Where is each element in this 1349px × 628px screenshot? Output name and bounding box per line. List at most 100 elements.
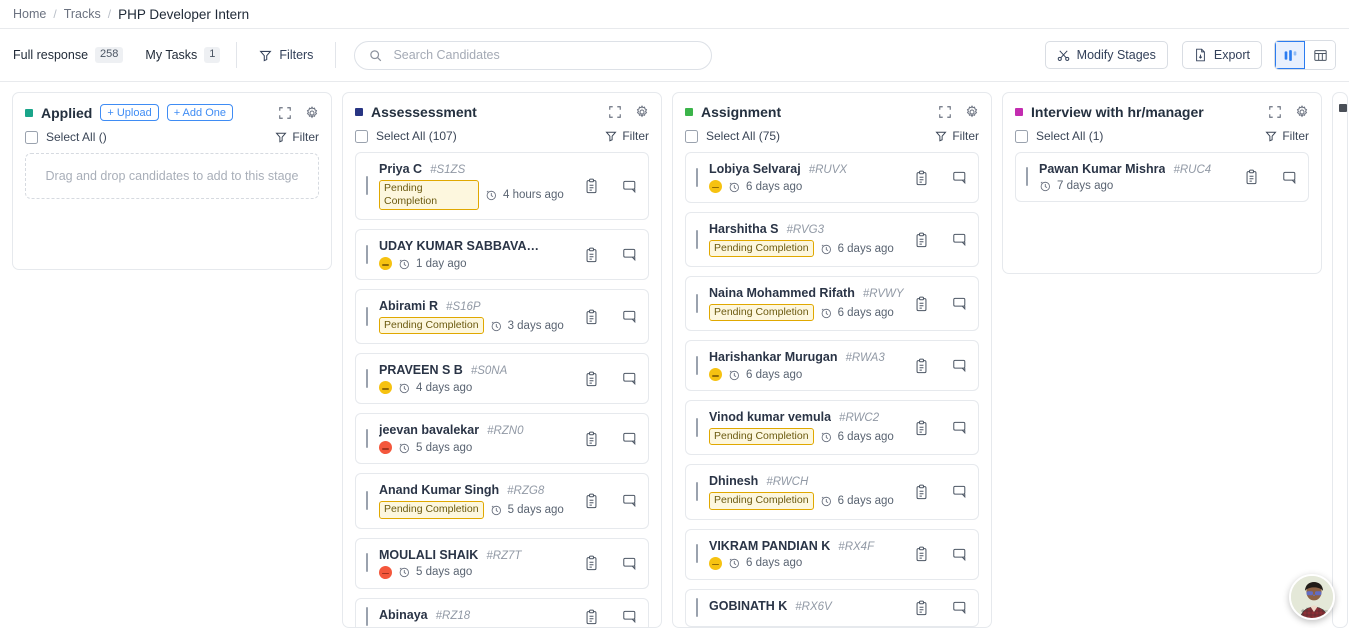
search-box[interactable] xyxy=(354,40,712,70)
candidate-checkbox[interactable] xyxy=(696,293,698,313)
candidate-checkbox[interactable] xyxy=(696,229,698,249)
expand-icon[interactable] xyxy=(608,105,622,119)
candidate-checkbox[interactable] xyxy=(1026,167,1028,186)
breadcrumb-home[interactable]: Home xyxy=(13,7,46,21)
tab-my-tasks[interactable]: My Tasks 1 xyxy=(145,46,221,64)
clipboard-icon[interactable] xyxy=(584,555,599,571)
clipboard-icon[interactable] xyxy=(914,358,929,374)
chat-icon[interactable] xyxy=(622,431,638,446)
clipboard-icon[interactable] xyxy=(914,420,929,436)
candidate-card[interactable]: Anand Kumar Singh #RZG8 Pending Completion… xyxy=(355,473,649,529)
chat-icon[interactable] xyxy=(622,179,638,194)
clipboard-icon[interactable] xyxy=(584,178,599,194)
candidate-card[interactable]: GOBINATH K #RX6V xyxy=(685,588,979,627)
expand-icon[interactable] xyxy=(278,106,292,120)
chat-icon[interactable] xyxy=(622,371,638,386)
candidate-checkbox[interactable] xyxy=(366,306,368,326)
chat-icon[interactable] xyxy=(952,358,968,373)
clipboard-icon[interactable] xyxy=(584,247,599,263)
candidate-card[interactable]: Pawan Kumar Mishra #RUC4 7 days ago xyxy=(1015,152,1309,202)
candidate-checkbox[interactable] xyxy=(696,481,698,501)
column-filter-button[interactable]: Filter xyxy=(935,129,979,143)
candidate-card[interactable]: jeevan bavalekar #RZN0 5 days ago xyxy=(355,413,649,465)
gear-icon[interactable] xyxy=(1295,105,1309,119)
tab-full-response[interactable]: Full response 258 xyxy=(13,46,124,64)
column-filter-button[interactable]: Filter xyxy=(275,130,319,144)
clipboard-icon[interactable] xyxy=(914,296,929,312)
candidate-card[interactable]: VIKRAM PANDIAN K #RX4F 6 days ago xyxy=(685,528,979,580)
add-one-button[interactable]: + Add One xyxy=(166,104,233,121)
candidate-checkbox[interactable] xyxy=(366,176,368,196)
candidate-card[interactable]: Naina Mohammed Rifath #RVWY Pending Comple… xyxy=(685,276,979,332)
clipboard-icon[interactable] xyxy=(914,232,929,248)
candidate-card[interactable]: PRAVEEN S B #S0NA 4 days ago xyxy=(355,353,649,405)
select-all-checkbox[interactable] xyxy=(25,130,38,144)
candidate-card[interactable]: Harshitha S #RVG3 Pending Completion 6 days… xyxy=(685,212,979,268)
candidate-card[interactable]: Abinaya #RZ18 xyxy=(355,597,649,627)
chat-icon[interactable] xyxy=(952,484,968,499)
candidate-checkbox[interactable] xyxy=(366,490,368,510)
search-input[interactable] xyxy=(391,47,697,63)
dropzone[interactable]: Drag and drop candidates to add to this … xyxy=(25,153,319,199)
candidate-checkbox[interactable] xyxy=(696,355,698,375)
clipboard-icon[interactable] xyxy=(584,609,599,625)
chat-icon[interactable] xyxy=(622,309,638,324)
clipboard-icon[interactable] xyxy=(584,493,599,509)
clipboard-icon[interactable] xyxy=(914,546,929,562)
chat-icon[interactable] xyxy=(952,232,968,247)
select-all-checkbox[interactable] xyxy=(685,129,698,143)
clipboard-icon[interactable] xyxy=(914,170,929,186)
chat-icon[interactable] xyxy=(622,609,638,624)
user-avatar[interactable] xyxy=(1289,574,1335,620)
clipboard-icon[interactable] xyxy=(584,371,599,387)
table-view-button[interactable] xyxy=(1305,41,1336,69)
select-all-checkbox[interactable] xyxy=(1015,129,1028,143)
modify-stages-button[interactable]: Modify Stages xyxy=(1044,41,1168,69)
gear-icon[interactable] xyxy=(305,105,319,120)
gear-icon[interactable] xyxy=(965,105,979,119)
clipboard-icon[interactable] xyxy=(584,309,599,325)
candidate-checkbox[interactable] xyxy=(366,606,368,626)
chat-icon[interactable] xyxy=(952,600,968,615)
export-button[interactable]: Export xyxy=(1181,41,1263,69)
candidate-card[interactable]: Vinod kumar vemula #RWC2 Pending Completio… xyxy=(685,400,979,456)
candidate-card[interactable]: Abirami R #S16P Pending Completion 3 days a… xyxy=(355,289,649,345)
chat-icon[interactable] xyxy=(622,493,638,508)
clipboard-icon[interactable] xyxy=(914,484,929,500)
kanban-view-button[interactable] xyxy=(1275,41,1306,69)
column-filter-button[interactable]: Filter xyxy=(605,129,649,143)
candidate-card[interactable]: Harishankar Murugan #RWA3 6 days ago xyxy=(685,340,979,392)
column-next-peek[interactable] xyxy=(1332,92,1348,628)
chat-icon[interactable] xyxy=(622,556,638,571)
candidate-checkbox[interactable] xyxy=(696,417,698,437)
candidate-checkbox[interactable] xyxy=(696,544,698,563)
chat-icon[interactable] xyxy=(952,420,968,435)
candidate-checkbox[interactable] xyxy=(696,167,698,187)
expand-icon[interactable] xyxy=(938,105,952,119)
clipboard-icon[interactable] xyxy=(1244,169,1259,185)
candidate-card[interactable]: MOULALI SHAIK #RZ7T 5 days ago xyxy=(355,537,649,589)
upload-button[interactable]: + Upload xyxy=(100,104,159,121)
chat-icon[interactable] xyxy=(952,170,968,185)
candidate-card[interactable]: Dhinesh #RWCH Pending Completion 6 days ago xyxy=(685,464,979,520)
candidate-checkbox[interactable] xyxy=(366,428,368,448)
expand-icon[interactable] xyxy=(1268,105,1282,119)
chat-icon[interactable] xyxy=(622,247,638,262)
chat-icon[interactable] xyxy=(952,296,968,311)
select-all-checkbox[interactable] xyxy=(355,129,368,143)
candidate-card[interactable]: Lobiya Selvaraj #RUVX 6 days ago xyxy=(685,152,979,203)
candidate-checkbox[interactable] xyxy=(696,597,698,617)
clipboard-icon[interactable] xyxy=(584,431,599,447)
clipboard-icon[interactable] xyxy=(914,600,929,616)
candidate-checkbox[interactable] xyxy=(366,368,368,388)
filters-button[interactable]: Filters xyxy=(253,41,319,69)
chat-icon[interactable] xyxy=(952,547,968,562)
candidate-card[interactable]: Priya C #S1ZS Pending Completion 4 hours ag… xyxy=(355,152,649,221)
candidate-checkbox[interactable] xyxy=(366,553,368,572)
chat-icon[interactable] xyxy=(1282,170,1298,185)
column-filter-button[interactable]: Filter xyxy=(1265,129,1309,143)
candidate-checkbox[interactable] xyxy=(366,244,368,264)
breadcrumb-tracks[interactable]: Tracks xyxy=(64,7,101,21)
gear-icon[interactable] xyxy=(635,105,649,119)
candidate-card[interactable]: UDAY KUMAR SABBAVARAPU ... 1 day ago xyxy=(355,229,649,281)
